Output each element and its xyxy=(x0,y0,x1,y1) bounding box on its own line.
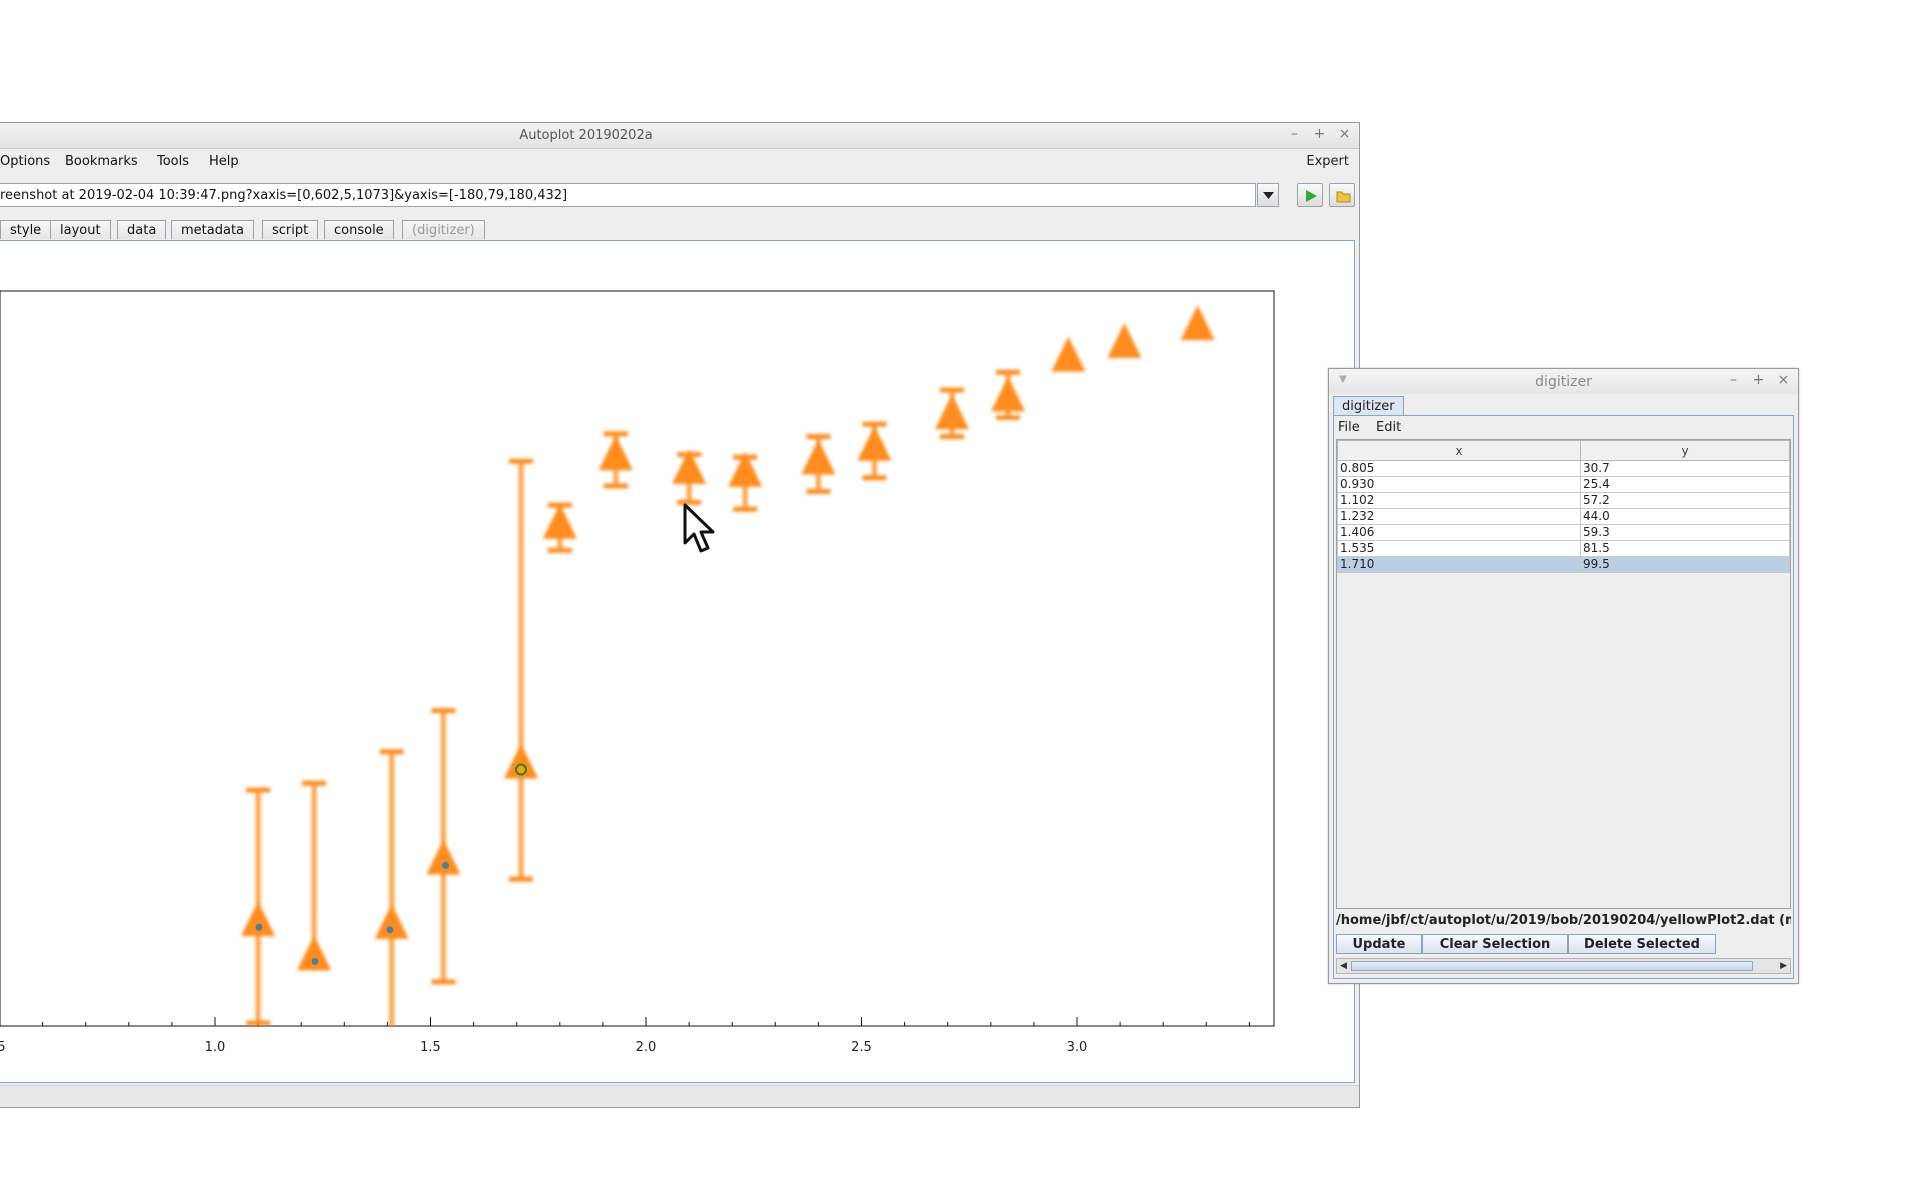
x-tick-label: 1.5 xyxy=(420,1040,441,1055)
chevron-down-icon xyxy=(1263,192,1274,199)
folder-icon xyxy=(1336,191,1351,203)
cell-y[interactable]: 44.0 xyxy=(1580,508,1790,525)
tab-digitizer[interactable]: (digitizer) xyxy=(402,220,485,239)
menu-help[interactable]: Help xyxy=(209,154,239,169)
tab-metadata[interactable]: metadata xyxy=(171,220,255,239)
canvas-panel: .5 1.0 1.5 2.0 2.5 3.0 xyxy=(0,240,1355,1083)
cell-x[interactable]: 1.710 xyxy=(1337,556,1581,573)
maximize-button[interactable]: + xyxy=(1307,126,1332,142)
digitizer-window: ▼ digitizer – + × digitizer File Edit x y … xyxy=(1328,368,1799,984)
file-path-label: /home/jbf/ct/autoplot/u/2019/bob/2019020… xyxy=(1336,913,1791,928)
digitizer-menu-bar: File Edit xyxy=(1334,416,1793,438)
delete-selected-button[interactable]: Delete Selected xyxy=(1568,934,1716,954)
autoplot-main-window: Autoplot 20190202a – + × Options Bookmarks… xyxy=(0,122,1360,1108)
window-controls: – + × xyxy=(1282,126,1357,142)
scroll-right-icon[interactable]: ▶ xyxy=(1780,961,1787,971)
digitized-point xyxy=(311,957,319,965)
table-row[interactable]: 0.805 30.7 xyxy=(1337,460,1790,477)
x-tick-label: 1.0 xyxy=(205,1040,226,1055)
close-button[interactable]: × xyxy=(1332,126,1357,142)
digitizer-maximize-button[interactable]: + xyxy=(1746,372,1771,388)
menu-options[interactable]: Options xyxy=(0,154,50,169)
clear-selection-button[interactable]: Clear Selection xyxy=(1422,934,1568,954)
browse-button[interactable] xyxy=(1329,183,1355,207)
tab-script[interactable]: script xyxy=(262,220,319,239)
plot-frame xyxy=(0,290,1275,1027)
digitizer-close-button[interactable]: × xyxy=(1771,372,1796,388)
cell-x[interactable]: 1.102 xyxy=(1337,492,1581,509)
menu-bar: Options Bookmarks Tools Help Expert xyxy=(0,149,1359,173)
window-title: Autoplot 20190202a xyxy=(519,128,653,143)
cell-y[interactable]: 59.3 xyxy=(1580,524,1790,541)
x-tick-label: .5 xyxy=(0,1040,6,1055)
horizontal-scrollbar[interactable]: ◀ ▶ xyxy=(1336,958,1791,974)
scroll-left-icon[interactable]: ◀ xyxy=(1340,961,1347,971)
digitized-point xyxy=(442,861,450,869)
scrollbar-thumb[interactable] xyxy=(1351,961,1753,971)
go-button[interactable] xyxy=(1297,183,1323,207)
tab-layout[interactable]: layout xyxy=(50,220,111,239)
cell-x[interactable]: 1.406 xyxy=(1337,524,1581,541)
tab-style[interactable]: style xyxy=(0,220,52,239)
digitizer-window-controls: – + × xyxy=(1721,372,1796,388)
expert-menu[interactable]: Expert xyxy=(1306,154,1349,169)
cell-y[interactable]: 81.5 xyxy=(1580,540,1790,557)
x-tick-label: 2.0 xyxy=(636,1040,657,1055)
table-row[interactable]: 1.232 44.0 xyxy=(1337,508,1790,525)
column-header-x[interactable]: x xyxy=(1337,440,1581,461)
menu-bookmarks[interactable]: Bookmarks xyxy=(65,154,138,169)
minimize-button[interactable]: – xyxy=(1282,126,1307,142)
mouse-pointer-icon xyxy=(683,503,715,553)
cell-y[interactable]: 99.5 xyxy=(1580,556,1790,573)
cell-x[interactable]: 0.930 xyxy=(1337,476,1581,493)
uri-history-dropdown[interactable] xyxy=(1257,183,1279,207)
table-row[interactable]: 1.406 59.3 xyxy=(1337,524,1790,541)
x-tick-label: 3.0 xyxy=(1067,1040,1088,1055)
play-icon xyxy=(1306,190,1317,202)
cell-x[interactable]: 0.805 xyxy=(1337,460,1581,477)
menu-tools[interactable]: Tools xyxy=(157,154,189,169)
digitizer-minimize-button[interactable]: – xyxy=(1721,372,1746,388)
status-bar xyxy=(0,1085,1359,1107)
title-bar[interactable]: Autoplot 20190202a – + × xyxy=(0,123,1359,149)
menu-edit[interactable]: Edit xyxy=(1376,420,1401,435)
digitizer-panel: File Edit x y 0.805 30.7 0.930 25.4 1.102 5… xyxy=(1333,415,1794,979)
column-header-y[interactable]: y xyxy=(1580,440,1790,461)
cell-x[interactable]: 1.535 xyxy=(1337,540,1581,557)
digitizer-title-bar[interactable]: ▼ digitizer – + × xyxy=(1329,369,1798,394)
digitized-point xyxy=(386,926,394,934)
table-row[interactable]: 1.535 81.5 xyxy=(1337,540,1790,557)
cell-x[interactable]: 1.232 xyxy=(1337,508,1581,525)
table-row-selected[interactable]: 1.710 99.5 xyxy=(1337,556,1790,573)
cell-y[interactable]: 57.2 xyxy=(1580,492,1790,509)
table-row[interactable]: 1.102 57.2 xyxy=(1337,492,1790,509)
table-row[interactable]: 0.930 25.4 xyxy=(1337,476,1790,493)
digitizer-tab[interactable]: digitizer xyxy=(1333,396,1404,415)
digitizer-table[interactable]: x y 0.805 30.7 0.930 25.4 1.102 57.2 1.232 4… xyxy=(1336,439,1791,909)
uri-input[interactable]: reenshot at 2019-02-04 10:39:47.png?xaxi… xyxy=(0,183,1256,207)
cell-y[interactable]: 25.4 xyxy=(1580,476,1790,493)
uri-text: reenshot at 2019-02-04 10:39:47.png?xaxi… xyxy=(0,188,568,203)
cell-y[interactable]: 30.7 xyxy=(1580,460,1790,477)
update-button[interactable]: Update xyxy=(1336,934,1422,954)
tab-console[interactable]: console xyxy=(324,220,394,239)
plot-canvas[interactable]: .5 1.0 1.5 2.0 2.5 3.0 xyxy=(0,241,1355,1084)
digitized-point xyxy=(255,923,263,931)
selected-digitized-point xyxy=(515,763,528,776)
tab-data[interactable]: data xyxy=(117,220,167,239)
x-tick-label: 2.5 xyxy=(851,1040,872,1055)
menu-file[interactable]: File xyxy=(1338,420,1360,435)
